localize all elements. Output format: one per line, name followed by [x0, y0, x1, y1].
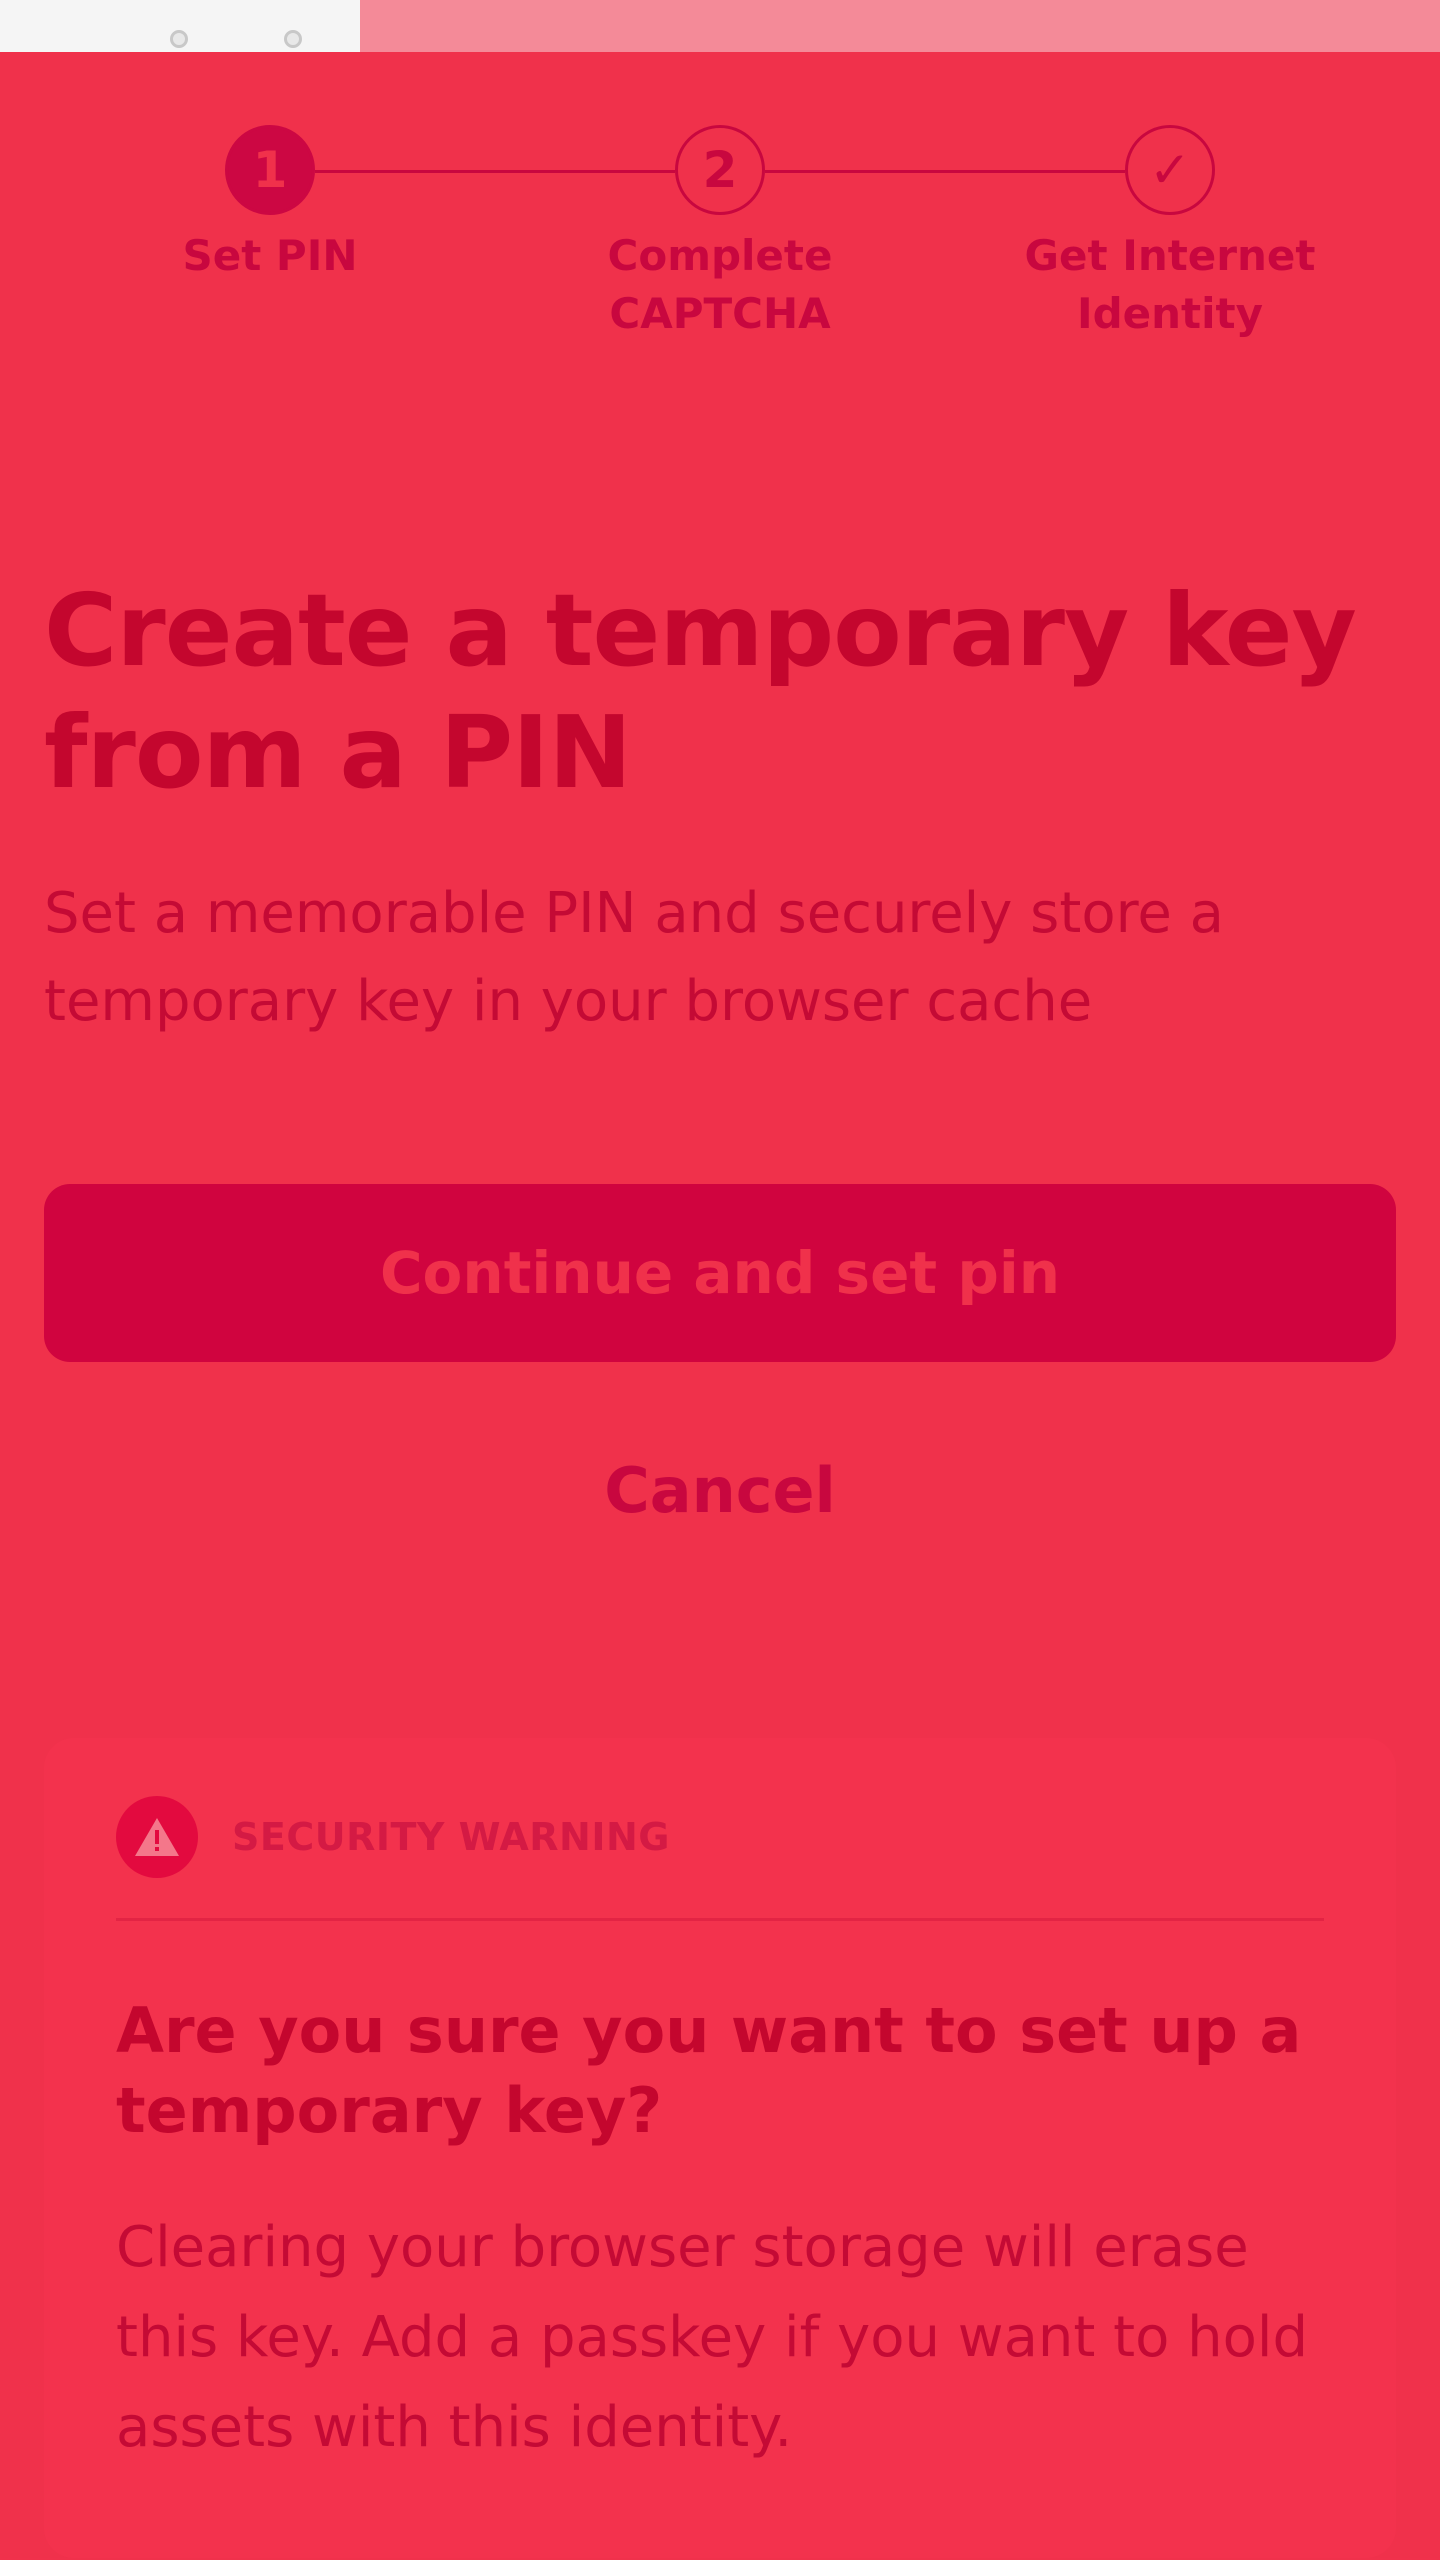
warning-triangle-icon [116, 1796, 198, 1878]
warning-header: SECURITY WARNING [116, 1796, 1324, 1878]
security-warning-card: SECURITY WARNING Are you sure you want t… [44, 1738, 1396, 2558]
step-number: 2 [675, 125, 765, 215]
step-complete-captcha: 2 Complete CAPTCHA [570, 125, 870, 343]
page-title: Create a temporary key from a PIN [44, 572, 1357, 811]
checkmark-icon: ✓ [1125, 125, 1215, 215]
warning-label: SECURITY WARNING [232, 1815, 670, 1859]
step-set-pin: 1 Set PIN [120, 125, 420, 285]
progress-stepper: 1 Set PIN 2 Complete CAPTCHA ✓ Get Inter… [0, 0, 1440, 338]
continue-set-pin-button[interactable]: Continue and set pin [44, 1184, 1396, 1362]
divider [116, 1918, 1324, 1921]
step-label: Get Internet Identity [1024, 231, 1316, 338]
step-number: 1 [225, 125, 315, 215]
step-get-internet-identity: ✓ Get Internet Identity [1020, 125, 1320, 343]
step-label: Set PIN [182, 231, 358, 280]
cancel-button[interactable]: Cancel [520, 1440, 920, 1540]
step-label: Complete CAPTCHA [607, 231, 833, 338]
warning-title: Are you sure you want to set up a tempor… [116, 1994, 1302, 2147]
warning-body: Clearing your browser storage will erase… [116, 2215, 1309, 2460]
page-subtitle: Set a memorable PIN and securely store a… [44, 881, 1224, 1034]
